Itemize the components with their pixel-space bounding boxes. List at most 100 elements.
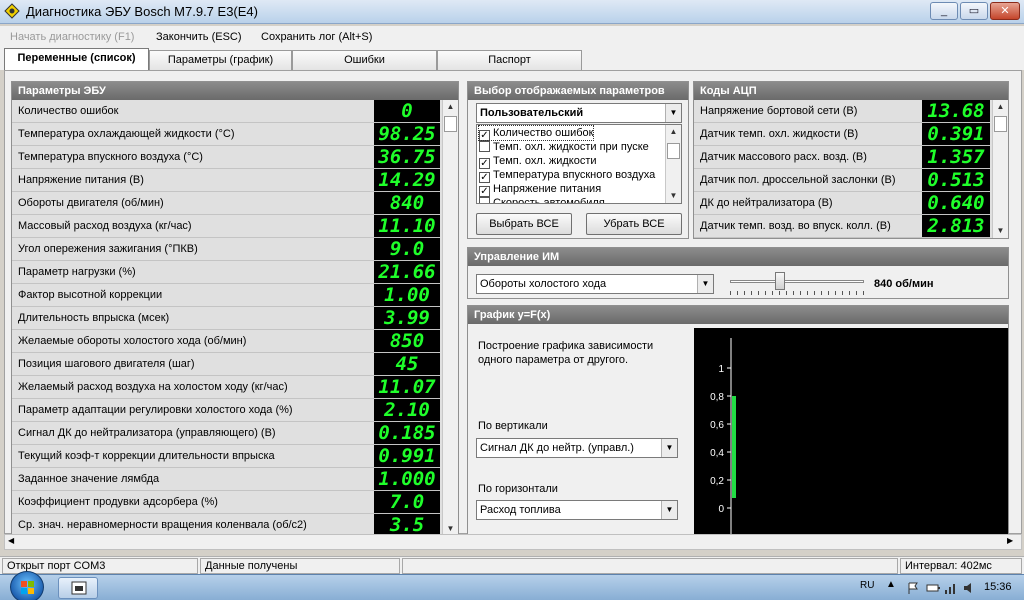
clock[interactable]: 15:36 — [984, 581, 1012, 593]
adc-row: Датчик массового расх. возд. (В) 1.357 — [694, 146, 990, 169]
ecu-param-row: Текущий коэф-т коррекции длительности вп… — [12, 445, 440, 468]
param-checkbox-item[interactable]: ✓ Напряжение питания — [479, 182, 602, 197]
ecu-param-label: Массовый расход воздуха (кг/час) — [18, 220, 192, 232]
param-checkbox-item[interactable]: Темп. охл. жидкости при пуске — [479, 140, 649, 154]
param-checkbox-item[interactable]: ✓ Темп. охл. жидкости — [479, 154, 597, 169]
actuator-value-label: 840 об/мин — [874, 278, 934, 290]
language-indicator[interactable]: RU — [860, 580, 874, 591]
close-icon: ✕ — [1000, 5, 1010, 17]
ecu-param-value: 11.10 — [374, 215, 440, 237]
status-data: Данные получены — [200, 558, 400, 574]
clear-all-button[interactable]: Убрать ВСЕ — [586, 213, 682, 235]
ecu-param-value: 3.99 — [374, 307, 440, 329]
scroll-thumb[interactable] — [994, 116, 1007, 132]
maximize-button[interactable]: ▭ — [960, 2, 988, 20]
vertical-param-select[interactable]: Сигнал ДК до нейтр. (управл.) ▼ — [476, 438, 678, 458]
menu-finish[interactable]: Закончить (ESC) — [156, 31, 242, 43]
ecu-param-label: Желаемые обороты холостого хода (об/мин) — [18, 335, 247, 347]
chevron-down-icon[interactable]: ▼ — [665, 104, 681, 122]
horizontal-param-select[interactable]: Расход топлива ▼ — [476, 500, 678, 520]
scroll-thumb[interactable] — [667, 143, 680, 159]
ecu-param-value: 1.00 — [374, 284, 440, 306]
app-logo-icon — [4, 3, 20, 19]
chevron-down-icon[interactable]: ▼ — [697, 275, 713, 293]
checklist-scrollbar[interactable]: ▲ ▼ — [665, 125, 681, 203]
ecu-param-label: Количество ошибок — [18, 105, 119, 117]
checkbox[interactable] — [479, 197, 490, 203]
adc-label: Напряжение бортовой сети (В) — [700, 105, 858, 117]
scroll-up-icon[interactable]: ▲ — [443, 100, 458, 114]
battery-icon[interactable] — [926, 581, 940, 595]
ecu-param-label: Сигнал ДК до нейтрализатора (управляющег… — [18, 427, 276, 439]
ecu-param-value: 0 — [374, 100, 440, 122]
ecu-param-value: 9.0 — [374, 238, 440, 260]
ecu-param-row: Параметр адаптации регулировки холостого… — [12, 399, 440, 422]
slider-thumb[interactable] — [775, 272, 785, 290]
volume-icon[interactable] — [962, 581, 976, 595]
taskbar-app-button[interactable] — [58, 577, 98, 599]
actuator-select[interactable]: Обороты холостого хода ▼ — [476, 274, 714, 294]
graph-panel: График y=F(x) Построение графика зависим… — [467, 305, 1009, 535]
ecu-params-title: Параметры ЭБУ — [12, 82, 458, 100]
tray-arrow-icon[interactable]: ▲ — [886, 579, 896, 590]
vertical-label: По вертикали — [478, 420, 548, 432]
scroll-down-icon[interactable]: ▼ — [993, 224, 1008, 238]
scroll-down-icon[interactable]: ▼ — [666, 189, 681, 203]
ecu-params-scrollbar[interactable]: ▲ ▼ — [442, 100, 458, 534]
param-checkbox-item[interactable]: ✓ Количество ошибок — [477, 125, 595, 141]
minimize-button[interactable]: _ — [930, 2, 958, 20]
preset-select[interactable]: Пользовательский ▼ — [476, 103, 682, 123]
ecu-param-value: 0.991 — [374, 445, 440, 467]
tab-variables-list[interactable]: Переменные (список) — [4, 48, 149, 70]
ecu-param-label: Температура впускного воздуха (°С) — [18, 151, 203, 163]
chevron-down-icon[interactable]: ▼ — [661, 501, 677, 519]
scroll-right-icon[interactable]: ▶ — [1007, 536, 1013, 545]
adc-scrollbar[interactable]: ▲ ▼ — [992, 100, 1008, 238]
plot-data-bar — [732, 396, 736, 498]
status-spacer — [402, 558, 898, 574]
flag-icon[interactable] — [906, 581, 920, 595]
checkbox[interactable] — [479, 141, 490, 152]
taskbar: RU ▲ 15:36 — [0, 571, 1024, 600]
param-checkbox-item[interactable]: Скорость автомобиля — [479, 196, 605, 203]
y-tick-label: 0,8 — [710, 392, 724, 403]
ecu-param-value: 98.25 — [374, 123, 440, 145]
adc-value: 2.813 — [922, 215, 990, 237]
network-icon[interactable] — [944, 581, 958, 595]
ecu-param-row: Обороты двигателя (об/мин) 840 — [12, 192, 440, 215]
chevron-down-icon[interactable]: ▼ — [661, 439, 677, 457]
menu-save-log[interactable]: Сохранить лог (Alt+S) — [261, 31, 372, 43]
scroll-up-icon[interactable]: ▲ — [993, 100, 1008, 114]
ecu-param-value: 45 — [374, 353, 440, 375]
checkbox-label: Напряжение питания — [493, 183, 602, 195]
start-button[interactable] — [10, 571, 44, 600]
ecu-param-row: Температура впускного воздуха (°С) 36.75 — [12, 146, 440, 169]
ecu-params-panel: Параметры ЭБУ Количество ошибок 0 Температ… — [11, 81, 459, 535]
tab-errors[interactable]: Ошибки — [292, 50, 437, 70]
scroll-up-icon[interactable]: ▲ — [666, 125, 681, 139]
menu-start-diagnostics[interactable]: Начать диагностику (F1) — [10, 31, 134, 43]
ecu-param-label: Угол опережения зажигания (°ПКВ) — [18, 243, 198, 255]
ecu-param-value: 850 — [374, 330, 440, 352]
ecu-param-value: 14.29 — [374, 169, 440, 191]
graph-plot: 1 0,8 0,6 0,4 0,2 0 — [694, 328, 1008, 534]
graph-plot-svg: 1 0,8 0,6 0,4 0,2 0 — [710, 338, 736, 534]
menu-bar: Начать диагностику (F1) Закончить (ESC) … — [0, 26, 1024, 48]
horizontal-scrollbar[interactable]: ◀ ▶ — [4, 534, 1022, 550]
adc-value: 0.640 — [922, 192, 990, 214]
select-all-button[interactable]: Выбрать ВСЕ — [476, 213, 572, 235]
actuator-slider[interactable] — [730, 272, 864, 296]
close-button[interactable]: ✕ — [990, 2, 1020, 20]
scroll-thumb[interactable] — [444, 116, 457, 132]
ecu-param-label: Напряжение питания (В) — [18, 174, 144, 186]
param-checklist: ✓ Количество ошибок Темп. охл. жидкости пр… — [476, 124, 682, 204]
scroll-left-icon[interactable]: ◀ — [8, 536, 14, 545]
tab-params-graph[interactable]: Параметры (график) — [149, 50, 292, 70]
tab-passport[interactable]: Паспорт — [437, 50, 582, 70]
ecu-param-row: Температура охлаждающей жидкости (°С) 98.… — [12, 123, 440, 146]
ecu-param-row: Заданное значение лямбда 1.000 — [12, 468, 440, 491]
param-checkbox-item[interactable]: ✓ Температура впускного воздуха — [479, 168, 656, 183]
checkbox-label: Температура впускного воздуха — [493, 169, 656, 181]
checkbox-label: Темп. охл. жидкости при пуске — [493, 141, 649, 153]
ecu-param-value: 7.0 — [374, 491, 440, 513]
